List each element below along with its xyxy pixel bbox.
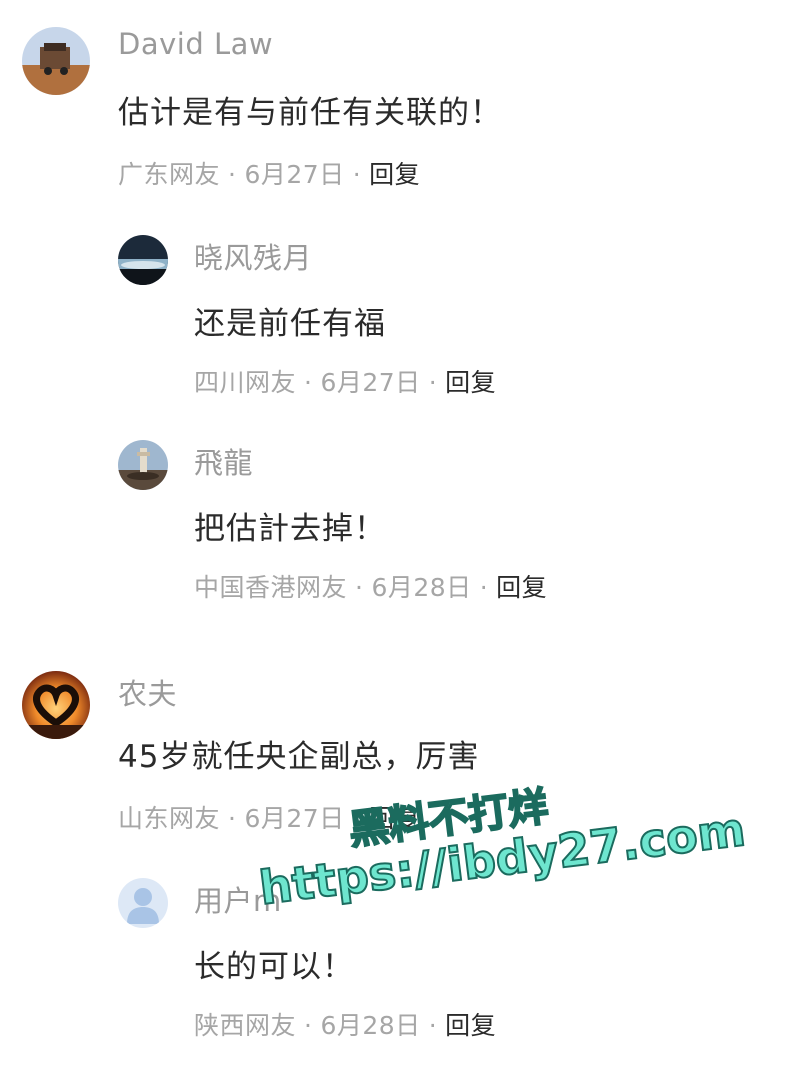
separator-dot: ·	[479, 573, 489, 602]
commenter-name[interactable]: 飛龍	[194, 440, 253, 482]
comment-text: 把估計去掉！	[194, 511, 386, 547]
separator-dot: ·	[428, 1011, 438, 1040]
reply-item: 用户m 长的可以！ 陕西网友 · 6月28日 · 回复	[118, 878, 718, 1048]
separator-dot: ·	[228, 160, 237, 189]
commenter-name[interactable]: 农夫	[118, 671, 177, 713]
comment-text: 45岁就任央企副总，厉害	[118, 739, 480, 775]
comment-date: 6月27日	[244, 160, 345, 189]
avatar[interactable]	[22, 27, 90, 95]
comment-text: 估计是有与前任有关联的！	[118, 95, 502, 131]
comment-meta: 广东网友 · 6月27日 · 回复	[118, 155, 420, 191]
comment-location: 山东网友	[118, 804, 221, 833]
reply-button[interactable]: 回复	[445, 368, 496, 397]
comment-meta: 陕西网友 · 6月28日 · 回复	[194, 1006, 496, 1042]
separator-dot: ·	[352, 804, 362, 833]
comment-date: 6月28日	[371, 573, 472, 602]
comment-location: 四川网友	[194, 368, 297, 397]
reply-button[interactable]: 回复	[369, 160, 420, 189]
avatar[interactable]	[118, 440, 168, 490]
separator-dot: ·	[304, 1011, 313, 1040]
comment-text: 还是前任有福	[194, 306, 386, 342]
separator-dot: ·	[304, 368, 313, 397]
comment-location: 广东网友	[118, 160, 221, 189]
reply-button[interactable]: 回复	[369, 804, 420, 833]
commenter-name[interactable]: 用户m	[194, 878, 282, 920]
separator-dot: ·	[352, 160, 362, 189]
reply-button[interactable]: 回复	[445, 1011, 496, 1040]
comment-text: 长的可以！	[194, 949, 354, 985]
comment-location: 中国香港网友	[194, 573, 348, 602]
comment-meta: 中国香港网友 · 6月28日 · 回复	[194, 568, 547, 604]
avatar[interactable]	[118, 878, 168, 928]
avatar[interactable]	[22, 671, 90, 739]
reply-item: 飛龍 把估計去掉！ 中国香港网友 · 6月28日 · 回复	[118, 440, 718, 610]
comment-item: David Law 估计是有与前任有关联的！ 广东网友 · 6月27日 · 回复	[22, 27, 722, 197]
reply-item: 晓风残月 还是前任有福 四川网友 · 6月27日 · 回复	[118, 235, 718, 405]
comment-date: 6月27日	[244, 804, 345, 833]
comment-meta: 四川网友 · 6月27日 · 回复	[194, 363, 496, 399]
separator-dot: ·	[428, 368, 438, 397]
commenter-name[interactable]: David Law	[118, 27, 273, 61]
comment-location: 陕西网友	[194, 1011, 297, 1040]
comment-date: 6月27日	[320, 368, 421, 397]
comment-item: 农夫 45岁就任央企副总，厉害 山东网友 · 6月27日 · 回复	[22, 671, 722, 841]
separator-dot: ·	[355, 573, 364, 602]
avatar[interactable]	[118, 235, 168, 285]
comment-date: 6月28日	[320, 1011, 421, 1040]
comment-meta: 山东网友 · 6月27日 · 回复	[118, 799, 420, 835]
commenter-name[interactable]: 晓风残月	[194, 235, 312, 277]
separator-dot: ·	[228, 804, 237, 833]
reply-button[interactable]: 回复	[496, 573, 547, 602]
